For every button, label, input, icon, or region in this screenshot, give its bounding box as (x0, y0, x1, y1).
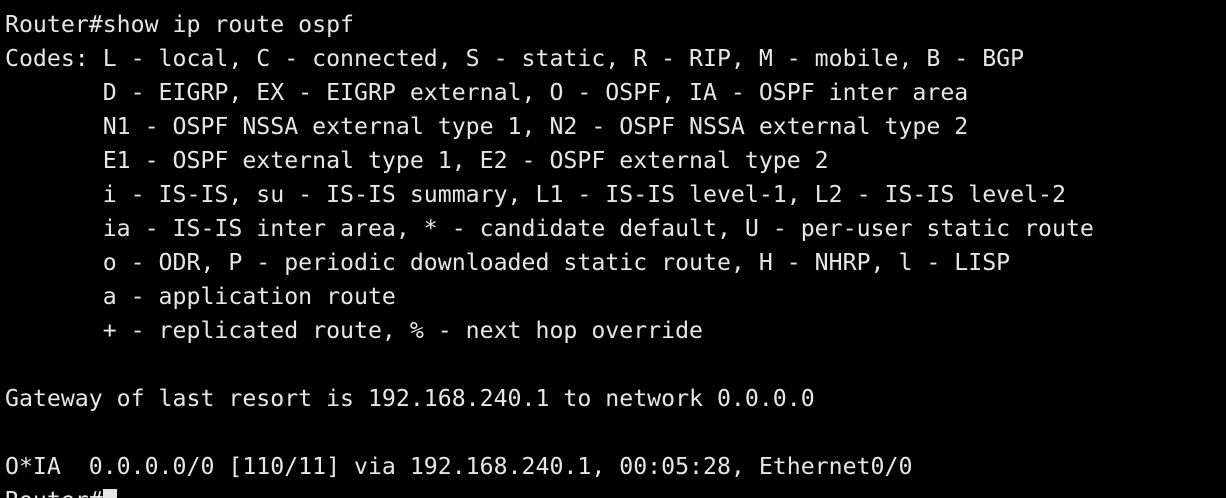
route-entry: O*IA 0.0.0.0/0 [110/11] via 192.168.240.… (5, 453, 913, 480)
prompt-text: Router# (5, 487, 103, 498)
codes-line: D - EIGRP, EX - EIGRP external, O - OSPF… (5, 79, 969, 106)
terminal-window[interactable]: Router#show ip route ospf Codes: L - loc… (0, 0, 1226, 498)
codes-line: i - IS-IS, su - IS-IS summary, L1 - IS-I… (5, 181, 1066, 208)
codes-line: a - application route (5, 283, 396, 310)
gateway-line: Gateway of last resort is 192.168.240.1 … (5, 385, 815, 412)
codes-line: ia - IS-IS inter area, * - candidate def… (5, 215, 1094, 242)
command-line: Router#show ip route ospf (5, 11, 355, 38)
codes-line: Codes: L - local, C - connected, S - sta… (5, 45, 1025, 72)
codes-line: N1 - OSPF NSSA external type 1, N2 - OSP… (5, 113, 969, 140)
codes-line: E1 - OSPF external type 1, E2 - OSPF ext… (5, 147, 829, 174)
codes-line: o - ODR, P - periodic downloaded static … (5, 249, 1011, 276)
prompt-line[interactable]: Router# (5, 484, 117, 498)
text-cursor (102, 489, 117, 498)
codes-line: + - replicated route, % - next hop overr… (5, 317, 704, 344)
